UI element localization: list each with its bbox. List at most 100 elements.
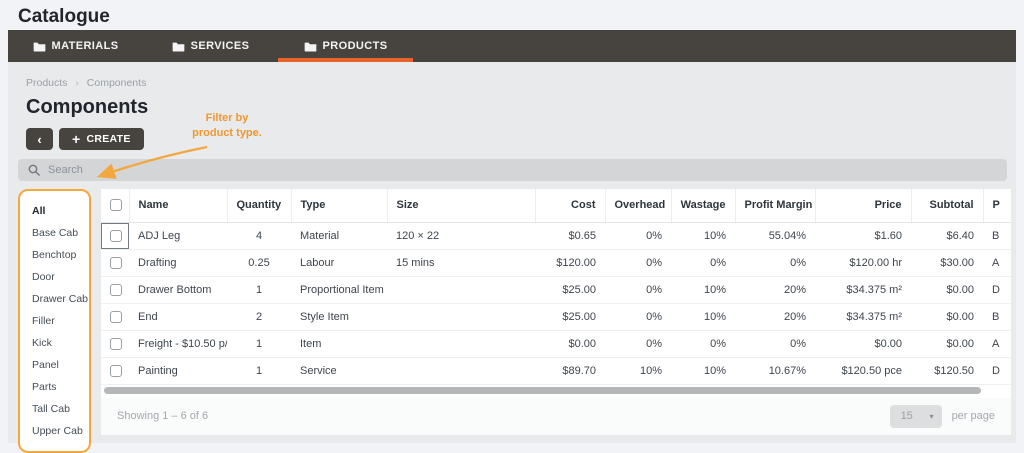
column-header-quantity[interactable]: Quantity <box>226 189 291 223</box>
tab-products[interactable]: PRODUCTS <box>278 30 413 62</box>
cell-quantity: 4 <box>227 222 291 250</box>
row-checkbox-cell <box>101 303 129 331</box>
cell-price: $120.50 pce <box>815 357 911 385</box>
components-table-card: Name Quantity Type Size Cost Overhead Wa… <box>101 189 1011 435</box>
cell-product-truncated: A <box>983 330 1011 358</box>
cell-overhead: 0% <box>605 330 671 358</box>
column-header-name[interactable]: Name <box>128 189 227 223</box>
cell-subtotal: $120.50 <box>911 357 983 385</box>
column-header-size[interactable]: Size <box>386 189 535 223</box>
filter-item[interactable]: Door <box>20 266 89 288</box>
caret-down-icon: ▾ <box>929 411 934 421</box>
per-page-label: per page <box>951 410 995 422</box>
chevron-left-icon: ‹ <box>37 131 42 147</box>
table-row[interactable]: Freight - $10.50 p/p... 1 Item $0.00 0% … <box>101 330 1011 358</box>
cell-subtotal: $0.00 <box>911 330 983 358</box>
row-checkbox-cell <box>101 276 129 304</box>
row-checkbox[interactable] <box>110 283 122 296</box>
cell-quantity: 1 <box>227 357 291 385</box>
content-area: Products › Components Components ‹ + CRE… <box>8 62 1016 453</box>
plus-icon: + <box>72 131 81 147</box>
breadcrumb-products[interactable]: Products <box>26 77 67 89</box>
column-header-cost[interactable]: Cost <box>534 189 605 223</box>
row-checkbox-cell <box>101 222 129 250</box>
column-header-overhead[interactable]: Overhead <box>604 189 671 223</box>
filter-item[interactable]: Drawer Cab <box>20 288 89 310</box>
cell-product-truncated: B <box>983 303 1011 331</box>
table-row[interactable]: End 2 Style Item $25.00 0% 10% 20% $34.3… <box>101 303 1011 331</box>
cell-quantity: 0.25 <box>227 249 291 277</box>
cell-price: $120.00 hr <box>815 249 911 277</box>
filter-item[interactable]: Base Cab <box>20 222 89 244</box>
column-header-wastage[interactable]: Wastage <box>670 189 735 223</box>
cell-wastage: 10% <box>671 357 735 385</box>
main-nav: MATERIALS SERVICES PRODUCTS <box>8 30 1016 62</box>
table-row[interactable]: ADJ Leg 4 Material 120 × 22 $0.65 0% 10%… <box>101 222 1011 250</box>
showing-count: Showing 1 – 6 of 6 <box>117 410 209 422</box>
cell-product-truncated: D <box>983 357 1011 385</box>
column-header-profit-margin[interactable]: Profit Margin <box>734 189 815 223</box>
tab-services[interactable]: SERVICES <box>143 30 278 62</box>
table-row[interactable]: Drawer Bottom 1 Proportional Item $25.00… <box>101 276 1011 304</box>
cell-subtotal: $0.00 <box>911 276 983 304</box>
search-input[interactable] <box>48 164 997 176</box>
row-checkbox-cell <box>101 330 129 358</box>
annotation-line1: Filter by <box>205 112 249 124</box>
row-checkbox[interactable] <box>110 256 122 269</box>
cell-size <box>387 276 535 304</box>
filter-item[interactable]: Benchtop <box>20 244 89 266</box>
filter-item[interactable]: Kick <box>20 332 89 354</box>
cell-cost: $120.00 <box>535 249 605 277</box>
column-header-price[interactable]: Price <box>814 189 911 223</box>
cell-quantity: 1 <box>227 276 291 304</box>
table-footer: Showing 1 – 6 of 6 15 ▾ per page <box>101 397 1011 435</box>
row-checkbox[interactable] <box>110 310 122 323</box>
row-checkbox[interactable] <box>110 337 122 350</box>
cell-type: Style Item <box>291 303 387 331</box>
cell-type: Proportional Item <box>291 276 387 304</box>
column-header-subtotal[interactable]: Subtotal <box>910 189 983 223</box>
cell-profit-margin: 0% <box>735 330 815 358</box>
select-all-checkbox[interactable] <box>110 199 122 212</box>
row-checkbox-cell <box>101 249 129 277</box>
filter-item[interactable]: Panel <box>20 354 89 376</box>
filter-item[interactable]: Tall Cab <box>20 398 89 420</box>
per-page-select[interactable]: 15 ▾ <box>889 404 942 428</box>
tab-materials[interactable]: MATERIALS <box>8 30 143 62</box>
row-checkbox[interactable] <box>110 229 122 242</box>
column-header-type[interactable]: Type <box>290 189 387 223</box>
column-header-product-truncated[interactable]: P <box>982 189 1011 223</box>
create-button[interactable]: + CREATE <box>59 128 144 150</box>
filter-item[interactable]: Parts <box>20 376 89 398</box>
search-icon <box>28 164 40 176</box>
select-all-cell <box>101 189 129 223</box>
horizontal-scrollbar-track <box>101 385 1011 398</box>
cell-profit-margin: 20% <box>735 276 815 304</box>
horizontal-scrollbar-thumb[interactable] <box>104 386 981 394</box>
filter-item[interactable]: Filler <box>20 310 89 332</box>
filter-item[interactable]: All <box>20 200 89 222</box>
cell-price: $0.00 <box>815 330 911 358</box>
cell-price: $1.60 <box>815 222 911 250</box>
folder-icon <box>33 42 45 52</box>
search-bar[interactable] <box>18 159 1007 181</box>
row-checkbox[interactable] <box>110 364 122 377</box>
table-row[interactable]: Drafting 0.25 Labour 15 mins $120.00 0% … <box>101 249 1011 277</box>
filter-item[interactable]: Upper Cab <box>20 420 89 442</box>
filter-sidebar: All Base Cab Benchtop Door Drawer Cab Fi… <box>18 189 91 453</box>
cell-type: Item <box>291 330 387 358</box>
cell-quantity: 1 <box>227 330 291 358</box>
cell-subtotal: $0.00 <box>911 303 983 331</box>
cell-wastage: 10% <box>671 222 735 250</box>
cell-overhead: 0% <box>605 276 671 304</box>
cell-type: Service <box>291 357 387 385</box>
cell-overhead: 0% <box>605 222 671 250</box>
cell-overhead: 0% <box>605 249 671 277</box>
cell-product-truncated: D <box>983 276 1011 304</box>
cell-name: Painting <box>129 357 227 385</box>
cell-type: Material <box>291 222 387 250</box>
cell-profit-margin: 55.04% <box>735 222 815 250</box>
back-button[interactable]: ‹ <box>26 128 53 150</box>
cell-price: $34.375 m² <box>815 303 911 331</box>
table-row[interactable]: Painting 1 Service $89.70 10% 10% 10.67%… <box>101 357 1011 385</box>
